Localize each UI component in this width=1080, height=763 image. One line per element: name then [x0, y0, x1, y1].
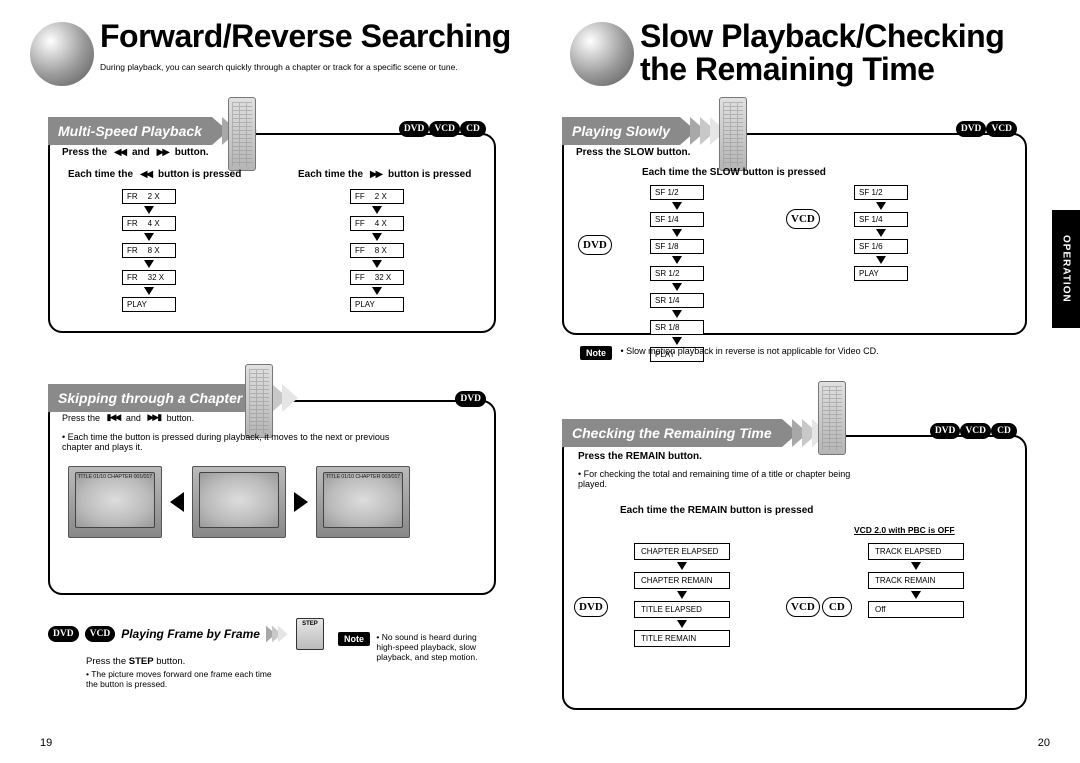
remain-step: TRACK REMAIN — [868, 572, 964, 589]
dvd-badge: DVD — [930, 423, 961, 439]
multi-speed-box: Multi-Speed Playback DVD VCD CD Press th… — [48, 133, 496, 333]
note-text: No sound is heard during high-speed play… — [376, 632, 477, 662]
frame-bullet: The picture moves forward one frame each… — [86, 669, 272, 689]
speed-step: FR32 X — [122, 270, 176, 285]
slow-step: SF 1/4 — [650, 212, 704, 227]
next-arrow-icon — [294, 492, 308, 512]
note-label: Note — [338, 632, 370, 646]
slow-step: SF 1/2 — [854, 185, 908, 200]
osd-text: TITLE 01/10 CHAPTER 003/017 — [317, 474, 409, 480]
speed-step: PLAY — [122, 297, 176, 312]
slow-step: PLAY — [854, 266, 908, 281]
press-label: Press the — [62, 147, 110, 158]
note-text: Slow motion playback in reverse is not a… — [626, 346, 878, 356]
each-slow: Each time the SLOW button is pressed — [642, 167, 826, 178]
dvd-badge: DVD — [956, 121, 987, 137]
step-button-icon: STEP — [296, 618, 324, 650]
vcd-badge-big: VCD — [786, 209, 820, 229]
remain-step: TITLE REMAIN — [634, 630, 730, 647]
tv-screen: TITLE 01/10 CHAPTER 003/017 — [316, 466, 410, 538]
vcd-badge-big: VCD — [786, 597, 820, 617]
slow-play-box: Playing Slowly DVD VCD Press the SLOW bu… — [562, 133, 1027, 335]
sphere-bullet — [30, 22, 94, 86]
speed-step: PLAY — [350, 297, 404, 312]
sphere-bullet — [570, 22, 634, 86]
section-heading: Checking the Remaining Time — [562, 419, 782, 447]
speed-step: FR2 X — [122, 189, 176, 204]
cd-badge: CD — [991, 423, 1017, 439]
page-number: 19 — [40, 737, 52, 749]
speed-step: FF32 X — [350, 270, 404, 285]
dvd-badge: DVD — [48, 626, 79, 642]
page-title-right: Slow Playback/Checkingthe Remaining Time — [640, 20, 1004, 85]
page-title-left: Forward/Reverse Searching — [100, 20, 511, 53]
dvd-badge-big: DVD — [578, 235, 612, 255]
slow-step: SF 1/8 — [650, 239, 704, 254]
forward-icon — [370, 169, 381, 180]
dvd-badge-big: DVD — [574, 597, 608, 617]
frame-heading: Playing Frame by Frame — [121, 627, 260, 641]
section-heading: Playing Slowly — [562, 117, 680, 145]
vcd-badge: VCD — [85, 626, 116, 642]
slow-step: SF 1/6 — [854, 239, 908, 254]
prev-icon — [107, 412, 120, 423]
each-remain: Each time the REMAIN button is pressed — [620, 505, 813, 516]
tv-screen: TITLE 01/10 CHAPTER 001/017 — [68, 466, 162, 538]
slow-step: SR 1/4 — [650, 293, 704, 308]
osd-text: TITLE 01/10 CHAPTER 001/017 — [69, 474, 161, 480]
speed-step: FR8 X — [122, 243, 176, 258]
vcd-badge: VCD — [986, 121, 1017, 137]
skip-bullet: Each time the button is pressed during p… — [62, 432, 389, 452]
remote-icon — [818, 381, 846, 455]
remain-step: Off — [868, 601, 964, 618]
next-icon — [147, 412, 160, 423]
section-heading: Skipping through a Chapter — [48, 384, 252, 412]
slow-step: SR 1/2 — [650, 266, 704, 281]
rewind-icon — [140, 169, 151, 180]
remain-step: TITLE ELAPSED — [634, 601, 730, 618]
note-label: Note — [580, 346, 612, 360]
col-rr-title: Each time the — [68, 169, 136, 180]
remain-step: TRACK ELAPSED — [868, 543, 964, 560]
forward-icon — [157, 147, 168, 158]
speed-step: FF8 X — [350, 243, 404, 258]
dvd-badge: DVD — [399, 121, 430, 137]
speed-step: FR4 X — [122, 216, 176, 231]
rewind-icon — [114, 147, 125, 158]
prev-arrow-icon — [170, 492, 184, 512]
vcd-badge: VCD — [960, 423, 991, 439]
press-slow: Press the SLOW button. — [576, 147, 690, 158]
slow-step: SF 1/2 — [650, 185, 704, 200]
side-tab: OPERATION — [1052, 210, 1080, 328]
cd-badge: CD — [460, 121, 486, 137]
remain-step: CHAPTER REMAIN — [634, 572, 730, 589]
remain-bullet: For checking the total and remaining tim… — [578, 469, 850, 489]
remote-icon — [228, 97, 256, 171]
speed-step: FF4 X — [350, 216, 404, 231]
section-heading: Multi-Speed Playback — [48, 117, 212, 145]
speed-step: FF2 X — [350, 189, 404, 204]
cd-badge-big: CD — [822, 597, 852, 617]
col-ff-title: Each time the — [298, 169, 366, 180]
dvd-badge: DVD — [455, 391, 486, 407]
intro-text: During playback, you can search quickly … — [100, 62, 460, 72]
press-remain: Press the REMAIN button. — [578, 451, 702, 462]
remote-icon — [245, 364, 273, 438]
slow-step: SF 1/4 — [854, 212, 908, 227]
skip-chapter-box: Skipping through a Chapter DVD Press the… — [48, 400, 496, 595]
tv-screen — [192, 466, 286, 538]
slow-step: SR 1/8 — [650, 320, 704, 335]
remain-box: Checking the Remaining Time DVD VCD CD P… — [562, 435, 1027, 710]
vcd-badge: VCD — [429, 121, 460, 137]
vcd-pbc-header: VCD 2.0 with PBC is OFF — [854, 525, 955, 535]
remain-step: CHAPTER ELAPSED — [634, 543, 730, 560]
remote-icon — [719, 97, 747, 171]
page-number: 20 — [1038, 737, 1050, 749]
